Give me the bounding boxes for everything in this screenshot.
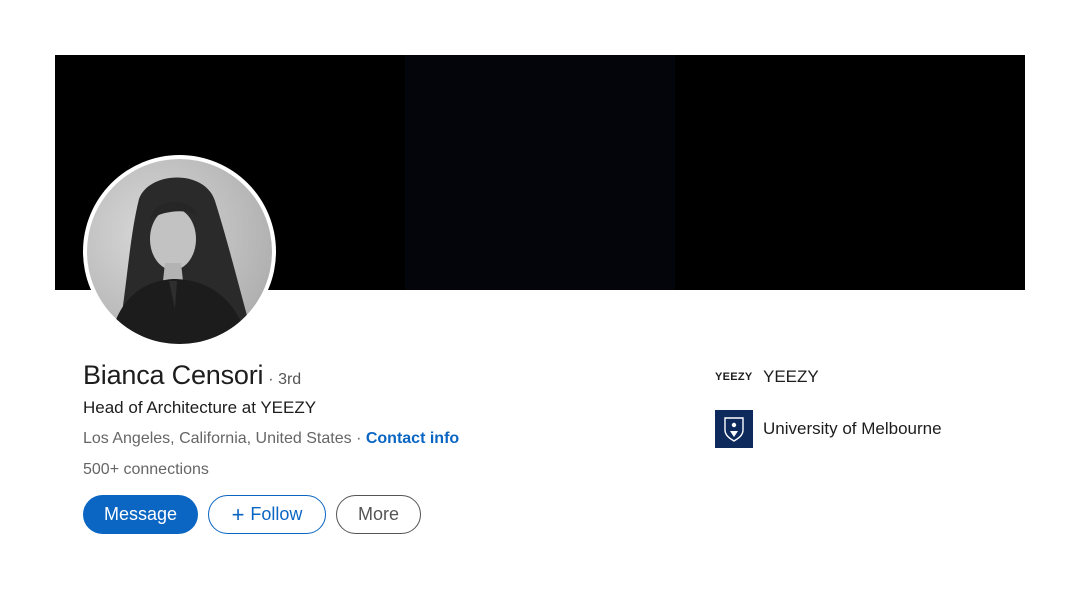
message-button-label: Message xyxy=(103,504,178,524)
more-button[interactable]: More xyxy=(336,495,421,534)
profile-photo xyxy=(87,159,272,344)
name-row: Bianca Censori · 3rd xyxy=(83,360,301,391)
org-item-yeezy[interactable]: YEEZY YEEZY xyxy=(715,365,942,389)
follow-button-label: Follow xyxy=(250,504,303,524)
organizations-list: YEEZY YEEZY University of Melbourne xyxy=(715,365,942,449)
more-button-label: More xyxy=(357,504,399,524)
banner-shade xyxy=(405,55,675,290)
profile-actions: Message + Follow More xyxy=(83,495,421,534)
location-row: Los Angeles, California, United States ·… xyxy=(83,430,459,448)
message-button[interactable]: Message xyxy=(83,495,198,534)
avatar[interactable] xyxy=(83,155,276,348)
org-name: University of Melbourne xyxy=(763,419,942,438)
location-separator: · xyxy=(356,430,362,447)
profile-card: Bianca Censori · 3rd Head of Architectur… xyxy=(55,55,1025,555)
plus-icon: + xyxy=(231,501,245,527)
contact-info-link[interactable]: Contact info xyxy=(366,430,459,447)
profile-headline: Head of Architecture at YEEZY xyxy=(83,398,317,417)
connection-degree: · 3rd xyxy=(268,371,302,388)
connections-count[interactable]: 500+ connections xyxy=(83,461,209,479)
university-crest-icon xyxy=(715,410,753,448)
org-item-university[interactable]: University of Melbourne xyxy=(715,409,942,449)
follow-button[interactable]: + Follow xyxy=(208,495,326,534)
profile-location: Los Angeles, California, United States xyxy=(83,430,352,447)
yeezy-logo: YEEZY xyxy=(715,371,753,383)
profile-name: Bianca Censori xyxy=(83,360,264,390)
org-name: YEEZY xyxy=(763,367,819,386)
